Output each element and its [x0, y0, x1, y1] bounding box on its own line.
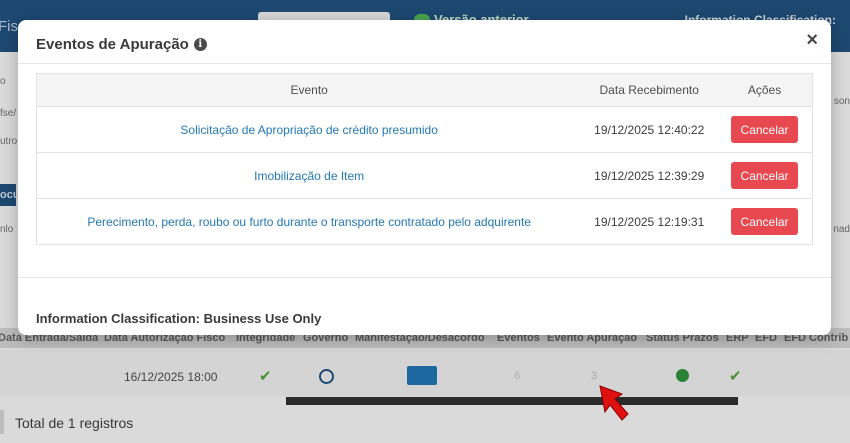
modal-title-text: Eventos de Apuração [36, 36, 189, 53]
evento-link[interactable]: Solicitação de Apropriação de crédito pr… [36, 106, 582, 153]
evento-link[interactable]: Perecimento, perda, roubo ou furto duran… [36, 198, 582, 245]
modal-title: Eventos de Apuração i [36, 36, 207, 53]
eventos-apuracao-modal: Eventos de Apuração i × Evento Data Rece… [18, 20, 831, 335]
table-header-row: Evento Data Recebimento Ações [36, 73, 813, 107]
events-table: Evento Data Recebimento Ações Solicitaçã… [36, 73, 813, 245]
col-evento: Evento [36, 73, 582, 107]
cancel-button[interactable]: Cancelar [731, 116, 799, 143]
data-recebimento: 19/12/2025 12:40:22 [581, 106, 718, 153]
cancel-button[interactable]: Cancelar [731, 162, 799, 189]
col-acoes: Ações [717, 73, 813, 107]
cancel-button[interactable]: Cancelar [731, 208, 799, 235]
data-recebimento: 19/12/2025 12:19:31 [581, 198, 718, 245]
info-icon[interactable]: i [193, 38, 207, 51]
header-divider [18, 63, 831, 64]
table-row: Solicitação de Apropriação de crédito pr… [36, 106, 813, 153]
data-recebimento: 19/12/2025 12:39:29 [581, 152, 718, 199]
footer-divider [18, 277, 831, 278]
evento-link[interactable]: Imobilização de Item [36, 152, 582, 199]
table-row: Imobilização de Item 19/12/2025 12:39:29… [36, 152, 813, 199]
close-icon[interactable]: × [806, 29, 818, 52]
red-arrow-cursor-icon [599, 385, 629, 421]
footer-classification: Information Classification: Business Use… [36, 311, 322, 326]
table-row: Perecimento, perda, roubo ou furto duran… [36, 198, 813, 245]
col-data-recebimento: Data Recebimento [581, 73, 718, 107]
